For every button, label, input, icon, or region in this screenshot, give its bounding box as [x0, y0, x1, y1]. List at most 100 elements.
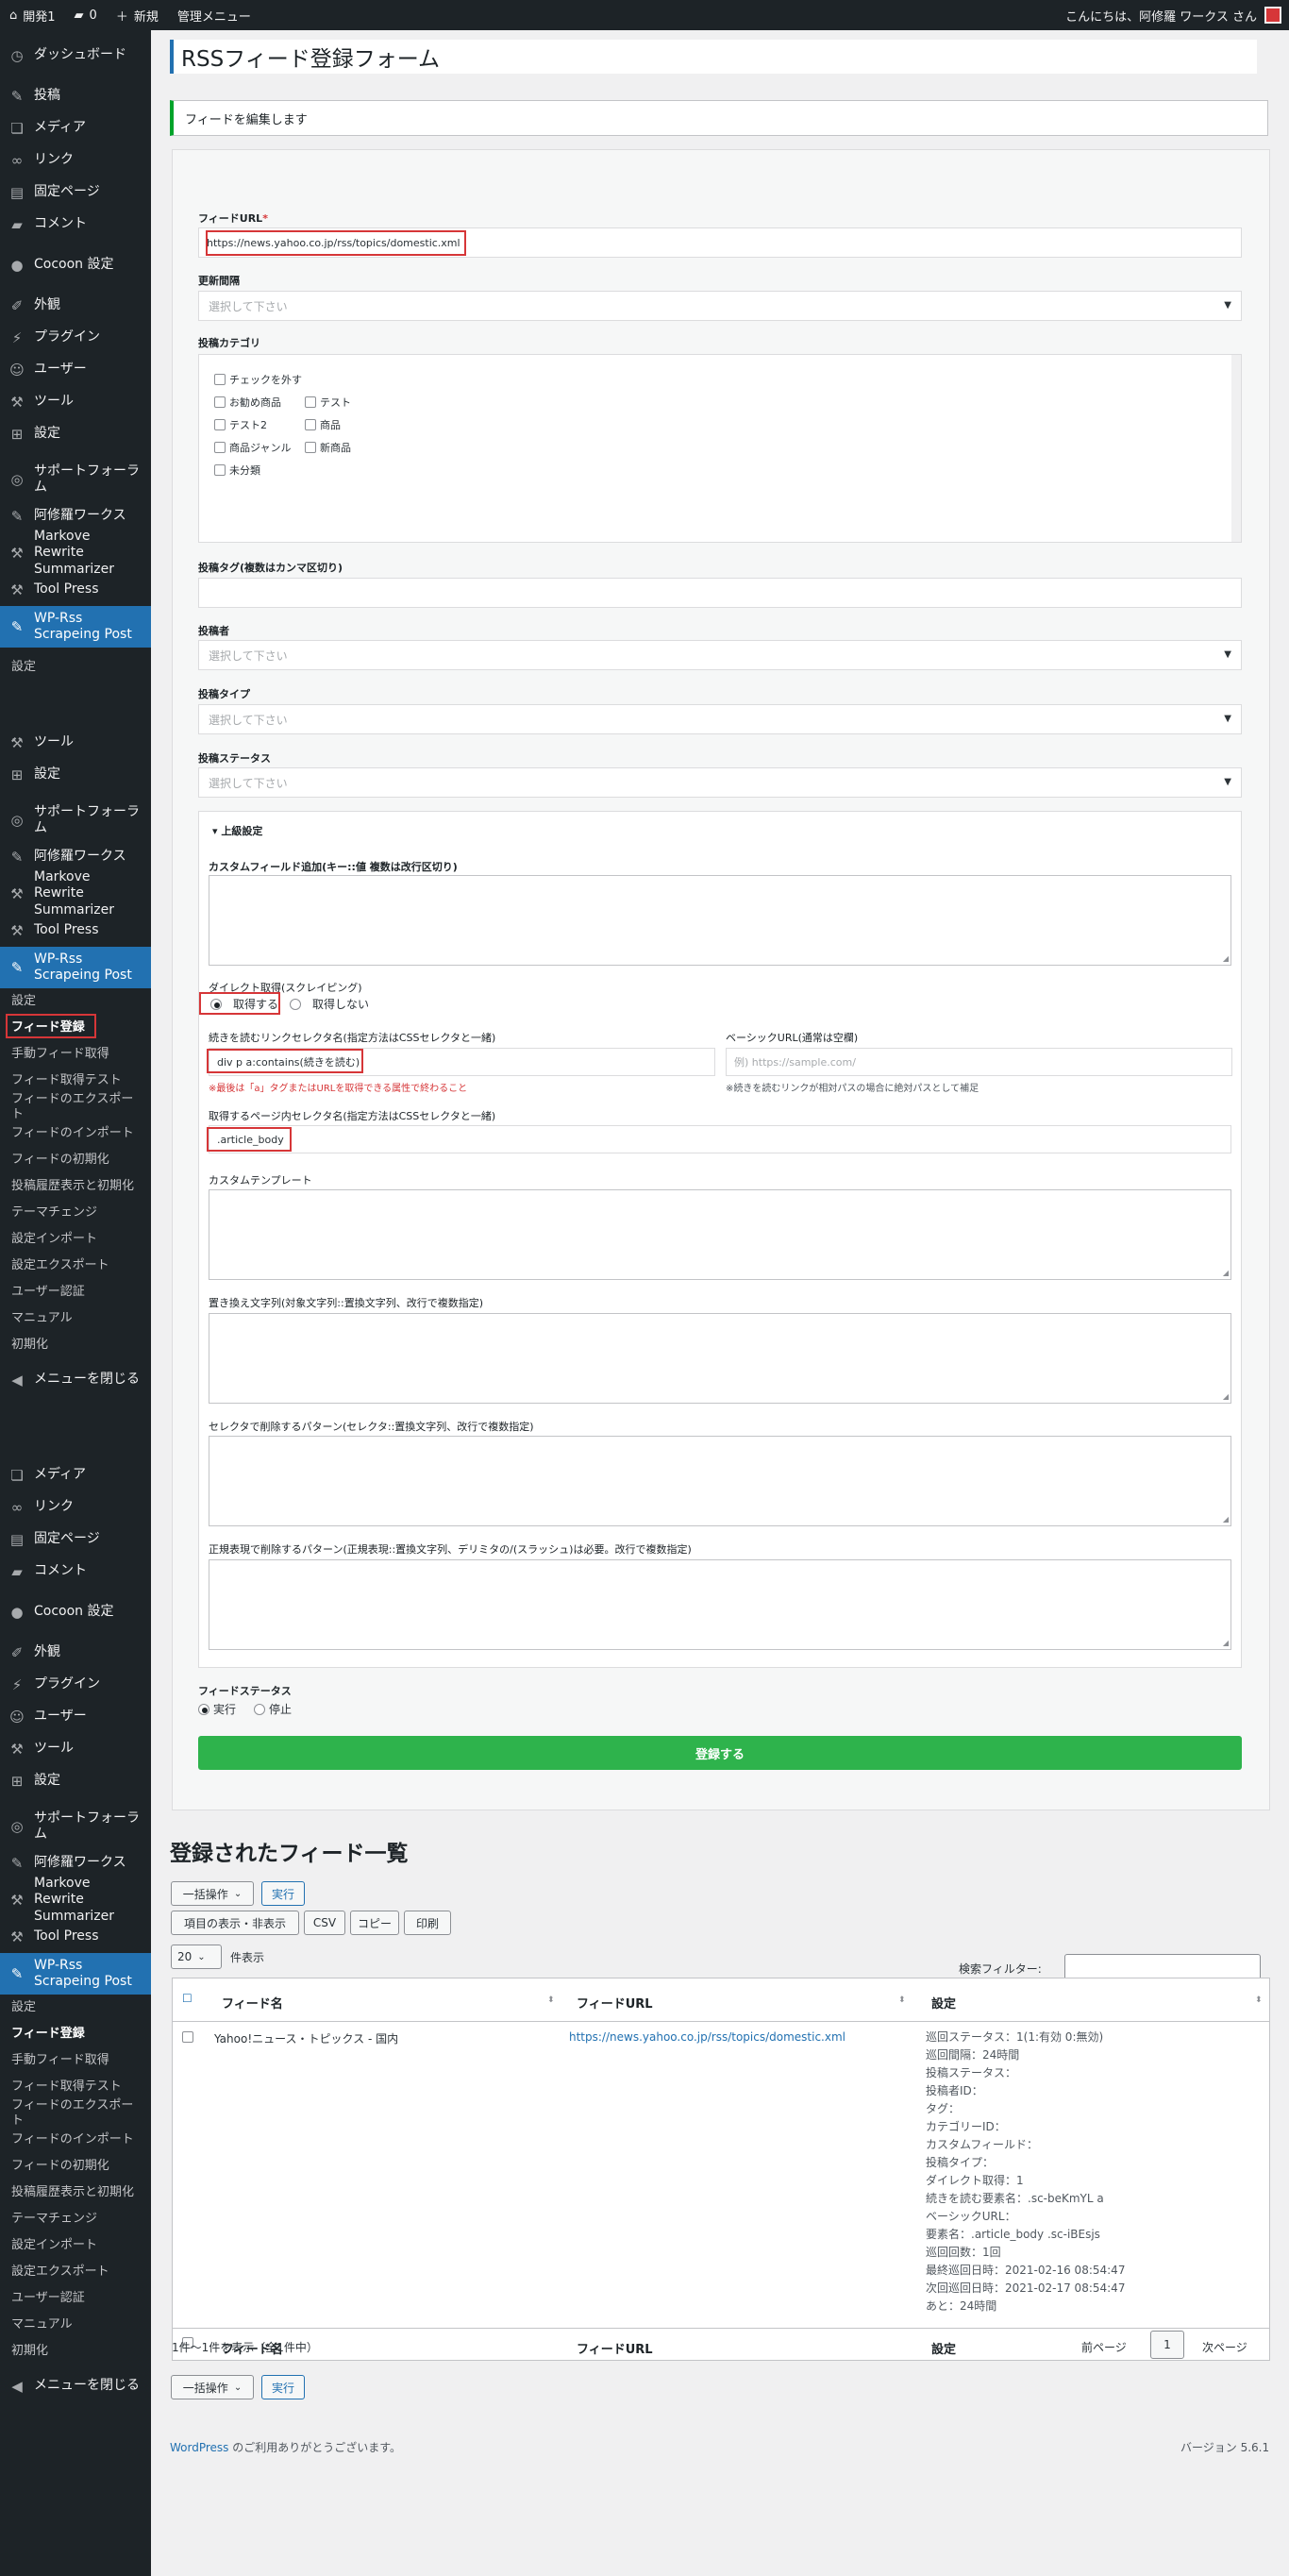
sidebar-item-tool-press-15[interactable]: ⚒ Tool Press	[0, 574, 151, 606]
selector-remove-textarea[interactable]: ◢	[209, 1436, 1231, 1526]
sidebar-subitem-2[interactable]: 手動フィード取得	[0, 2047, 151, 2074]
col-settings-footer[interactable]: 設定	[931, 2339, 956, 2357]
post-type-select[interactable]: 選択して下さい ▼	[198, 704, 1242, 734]
sidebar-item-wp-rss-scrapeing-post-14[interactable]: ✎ WP-Rss Scrapeing Post	[0, 1953, 151, 1995]
sidebar-item-item-2[interactable]: ◎ サポートフォーラム	[0, 800, 151, 841]
submit-button[interactable]: 登録する	[198, 1736, 1242, 1770]
csv-button[interactable]: CSV	[304, 1911, 345, 1935]
sidebar-subitem-12[interactable]: マニュアル	[0, 2312, 151, 2338]
sidebar-subitem-9[interactable]: 設定インポート	[0, 2232, 151, 2259]
sidebar-item-item-8[interactable]: ⚡ プラグイン	[0, 322, 151, 354]
sidebar-subitem-1[interactable]: フィード登録	[0, 2021, 151, 2047]
sidebar-subitem-5[interactable]: フィードのインポート	[0, 2127, 151, 2153]
category-checkbox[interactable]: 未分類	[214, 463, 260, 478]
sidebar-item-item-0[interactable]: ⚒ ツール	[0, 727, 151, 759]
replace-textarea[interactable]: ◢	[209, 1313, 1231, 1404]
sidebar-subitem-10[interactable]: 設定エクスポート	[0, 2259, 151, 2285]
sidebar-item-markove-rewrite-summarizer-12[interactable]: ⚒ Markove Rewrite Summarizer	[0, 1876, 151, 1924]
sidebar-item-item-5[interactable]: ▰ コメント	[0, 209, 151, 241]
sidebar-subitem-8[interactable]: テーマチェンジ	[0, 1200, 151, 1226]
category-checkbox[interactable]: 商品	[305, 417, 341, 432]
sidebar-item-item-3[interactable]: ∞ リンク	[0, 144, 151, 177]
sidebar-subitem-6[interactable]: フィードの初期化	[0, 2153, 151, 2180]
new-content-menu[interactable]: ＋ 新規	[107, 0, 168, 30]
sidebar-item-item-1[interactable]: ⊞ 設定	[0, 759, 151, 791]
apply-button[interactable]: 実行	[261, 1881, 305, 1906]
sidebar-item-item-10[interactable]: ⚒ ツール	[0, 386, 151, 418]
sidebar-item-item-1[interactable]: ∞ リンク	[0, 1491, 151, 1524]
sidebar-item-item-4[interactable]: ▤ 固定ページ	[0, 177, 151, 209]
interval-select[interactable]: 選択して下さい ▼	[198, 291, 1242, 321]
category-checkbox[interactable]: テスト2	[214, 417, 267, 432]
sidebar-item-item-5[interactable]: ✐ 外観	[0, 1637, 151, 1669]
site-menu[interactable]: ⌂ 開発1	[0, 0, 65, 30]
sidebar-item-item-7[interactable]: ✐ 外観	[0, 290, 151, 322]
sidebar-subitem-13[interactable]: 初期化	[0, 1332, 151, 1358]
sidebar-subitem-8[interactable]: テーマチェンジ	[0, 2206, 151, 2232]
sidebar-item-item-11[interactable]: ⊞ 設定	[0, 418, 151, 450]
row-feed-url[interactable]: https://news.yahoo.co.jp/rss/topics/dome…	[569, 2030, 845, 2044]
sidebar-subitem-11[interactable]: ユーザー認証	[0, 2285, 151, 2312]
sidebar-item-item-0[interactable]: ❏ メディア	[0, 1459, 151, 1491]
sidebar-item-tool-press-5[interactable]: ⚒ Tool Press	[0, 915, 151, 947]
sidebar-subitem-2[interactable]: 手動フィード取得	[0, 1041, 151, 1068]
sidebar-subitem-3[interactable]: フィード取得テスト	[0, 2074, 151, 2100]
template-textarea[interactable]: ◢	[209, 1189, 1231, 1280]
sidebar-item-wp-rss-scrapeing-post-6[interactable]: ✎ WP-Rss Scrapeing Post	[0, 947, 151, 988]
col-feed-url[interactable]: フィードURL	[577, 1994, 653, 2012]
base-url-input[interactable]: 例) https://sample.com/	[726, 1048, 1232, 1076]
category-checkbox[interactable]: 新商品	[305, 440, 351, 455]
copy-button[interactable]: コピー	[350, 1911, 399, 1935]
select-all-icon[interactable]: ☐	[182, 1992, 193, 2005]
sidebar-item-item-12[interactable]: ◎ サポートフォーラム	[0, 459, 151, 500]
category-checkbox[interactable]: チェックを外す	[214, 372, 302, 387]
sidebar-item-wp-rss-scrapeing-post-16[interactable]: ✎ WP-Rss Scrapeing Post	[0, 606, 151, 648]
sidebar-subitem-3[interactable]: フィード取得テスト	[0, 1068, 151, 1094]
sidebar-item-item-6[interactable]: ⚡ プラグイン	[0, 1669, 151, 1701]
sidebar-item-markove-rewrite-summarizer-14[interactable]: ⚒ Markove Rewrite Summarizer	[0, 529, 151, 577]
sidebar-item-item-0[interactable]: ◷ ダッシュボード	[0, 40, 151, 72]
status-run-radio[interactable]: 実行	[198, 1701, 236, 1717]
print-button[interactable]: 印刷	[404, 1911, 451, 1935]
col-settings[interactable]: 設定	[931, 1994, 956, 2012]
sidebar-subitem-7[interactable]: 投稿履歴表示と初期化	[0, 2180, 151, 2206]
sidebar-subitem-0[interactable]: 設定	[0, 988, 151, 1015]
page-number[interactable]: 1	[1150, 2331, 1184, 2359]
apply-button-bottom[interactable]: 実行	[261, 2375, 305, 2399]
sidebar-item-item-2[interactable]: ▤ 固定ページ	[0, 1524, 151, 1556]
category-checkbox[interactable]: テスト	[305, 395, 351, 410]
direct-no-radio[interactable]: 取得しない	[290, 996, 369, 1012]
collapse-menu-button[interactable]: ◀ メニューを閉じる	[0, 2370, 151, 2402]
per-page-select[interactable]: 20 ⌄	[171, 1945, 222, 1969]
sidebar-subitem-10[interactable]: 設定エクスポート	[0, 1253, 151, 1279]
sidebar-subitem-first[interactable]: 設定	[0, 648, 151, 678]
sidebar-subitem-7[interactable]: 投稿履歴表示と初期化	[0, 1173, 151, 1200]
sidebar-item-item-8[interactable]: ⚒ ツール	[0, 1733, 151, 1765]
content-selector-input[interactable]: .article_body	[209, 1125, 1231, 1153]
sidebar-subitem-13[interactable]: 初期化	[0, 2338, 151, 2365]
prev-page-link[interactable]: 前ページ	[1081, 2339, 1127, 2355]
comments-menu[interactable]: ▰ 0	[65, 0, 107, 30]
custom-field-textarea[interactable]: ◢	[209, 875, 1231, 966]
row-feed-name[interactable]: Yahoo!ニュース・トピックス - 国内	[214, 2030, 398, 2046]
wordpress-link[interactable]: WordPress	[170, 2441, 228, 2454]
status-stop-radio[interactable]: 停止	[254, 1701, 292, 1717]
sidebar-item-item-7[interactable]: ☺ ユーザー	[0, 1701, 151, 1733]
sidebar-item-item-9[interactable]: ⊞ 設定	[0, 1765, 151, 1797]
sidebar-item-item-1[interactable]: ✎ 投稿	[0, 80, 151, 112]
post-status-select[interactable]: 選択して下さい ▼	[198, 767, 1242, 798]
my-account[interactable]: こんにちは、阿修羅 ワークス さん	[1065, 7, 1289, 25]
advanced-toggle[interactable]: ▾ 上級設定	[212, 823, 262, 838]
sidebar-item-item-3[interactable]: ▰ コメント	[0, 1556, 151, 1588]
sidebar-subitem-9[interactable]: 設定インポート	[0, 1226, 151, 1253]
category-checkbox[interactable]: お勧め商品	[214, 395, 281, 410]
search-input[interactable]	[1064, 1954, 1261, 1980]
sidebar-subitem-0[interactable]: 設定	[0, 1995, 151, 2021]
sidebar-item-item-10[interactable]: ◎ サポートフォーラム	[0, 1806, 151, 1847]
sidebar-subitem-6[interactable]: フィードの初期化	[0, 1147, 151, 1173]
row-checkbox[interactable]	[182, 2031, 193, 2043]
tags-input[interactable]	[198, 578, 1242, 608]
bulk-action-select[interactable]: 一括操作 ⌄	[171, 1881, 254, 1906]
sidebar-item-markove-rewrite-summarizer-4[interactable]: ⚒ Markove Rewrite Summarizer	[0, 869, 151, 918]
sidebar-item-item-9[interactable]: ☺ ユーザー	[0, 354, 151, 386]
